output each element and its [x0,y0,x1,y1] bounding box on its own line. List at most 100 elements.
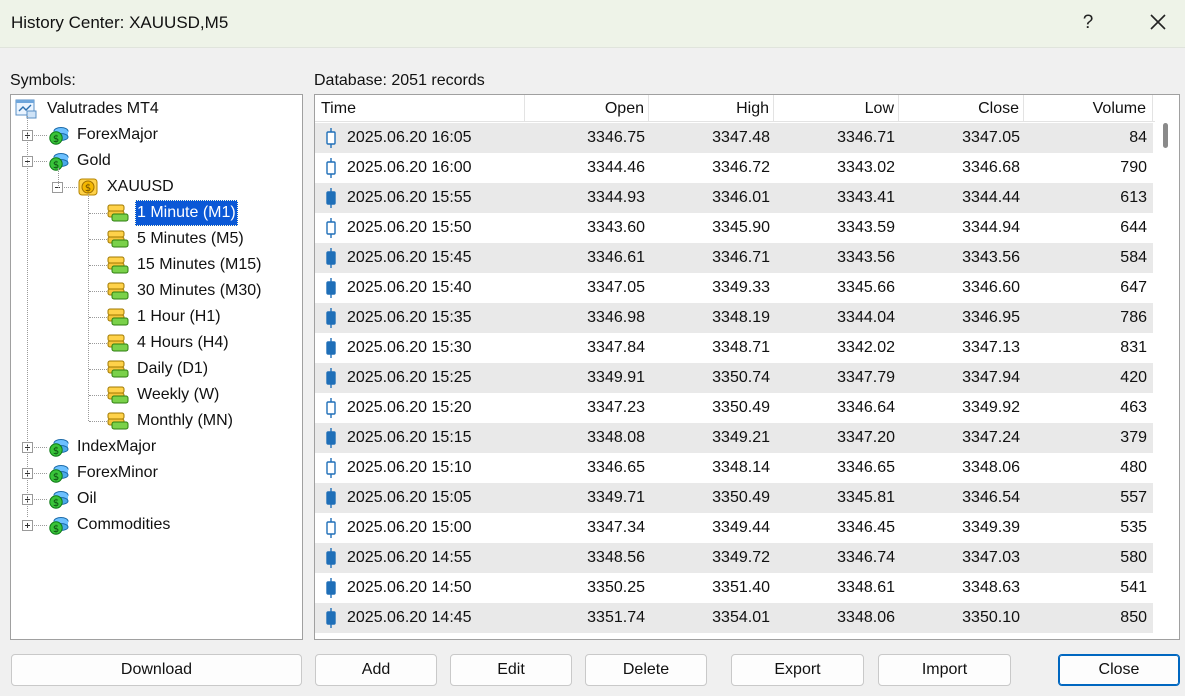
tree-timeframe-item[interactable]: Weekly (W) [137,382,219,408]
tree-group-forexminor[interactable]: ForexMinor [77,460,158,486]
table-row[interactable]: 2025.06.20 15:10 3346.65 3348.14 3346.65 334… [315,453,1153,483]
table-row[interactable]: 2025.06.20 14:55 3348.56 3349.72 3346.74 334… [315,543,1153,573]
cell-open: 3350.25 [587,579,645,596]
tree-connector-line [58,168,59,188]
delete-button[interactable]: Delete [585,654,707,686]
column-header-open[interactable]: Open [525,95,649,122]
timeframe-data-icon [107,386,129,404]
tree-timeframe-item[interactable]: 1 Hour (H1) [137,304,221,330]
tree-group-forexmajor[interactable]: ForexMajor [77,122,158,148]
table-row[interactable]: 2025.06.20 15:25 3349.91 3350.74 3347.79 334… [315,363,1153,393]
cell-close: 3349.92 [962,399,1020,416]
tree-timeframe-item[interactable]: 4 Hours (H4) [137,330,229,356]
add-button[interactable]: Add [315,654,437,686]
svg-text:$: $ [53,446,59,457]
scrollbar-thumb[interactable] [1163,123,1168,148]
tree-timeframe-item[interactable]: 5 Minutes (M5) [137,226,244,252]
cell-open: 3351.74 [587,609,645,626]
tree-connector-line [89,213,107,214]
tree-connector-line [89,369,107,370]
cell-low: 3343.41 [837,189,895,206]
cell-time: 2025.06.20 16:00 [347,159,472,176]
table-row[interactable]: 2025.06.20 15:05 3349.71 3350.49 3345.81 334… [315,483,1153,513]
close-window-button[interactable] [1138,6,1178,40]
tree-timeframe-item[interactable]: Daily (D1) [137,356,208,382]
table-row[interactable]: 2025.06.20 15:00 3347.34 3349.44 3346.45 334… [315,513,1153,543]
cell-high: 3349.44 [712,519,770,536]
column-header-time[interactable]: Time [315,95,525,122]
close-button[interactable]: Close [1058,654,1180,686]
cell-open: 3349.91 [587,369,645,386]
table-row[interactable]: 2025.06.20 15:35 3346.98 3348.19 3344.04 334… [315,303,1153,333]
table-row[interactable]: 2025.06.20 15:40 3347.05 3349.33 3345.66 334… [315,273,1153,303]
tree-connector-line [34,499,47,500]
chart-window-icon [15,99,37,119]
tree-group-indexmajor[interactable]: IndexMajor [77,434,156,460]
tree-timeframe-item[interactable]: 1 Minute (M1) [135,200,238,226]
vertical-scrollbar[interactable] [1155,95,1179,639]
tree-root-label[interactable]: Valutrades MT4 [47,96,159,122]
bearish-candle-icon [326,428,336,448]
svg-text:$: $ [53,498,59,509]
tree-connector-line [89,343,107,344]
cell-high: 3350.74 [712,369,770,386]
tree-timeframe-item[interactable]: 15 Minutes (M15) [137,252,262,278]
currency-group-icon: $ [49,127,69,145]
table-row[interactable]: 2025.06.20 15:55 3344.93 3346.01 3343.41 334… [315,183,1153,213]
cell-time: 2025.06.20 15:00 [347,519,472,536]
tree-connector-line [34,135,47,136]
cell-time: 2025.06.20 15:25 [347,369,472,386]
bearish-candle-icon [326,368,336,388]
tree-timeframe-item[interactable]: 30 Minutes (M30) [137,278,262,304]
bearish-candle-icon [326,548,336,568]
cell-close: 3349.39 [962,519,1020,536]
bearish-candle-icon [326,308,336,328]
currency-group-icon: $ [49,465,69,483]
cell-low: 3348.61 [837,579,895,596]
table-row[interactable]: 2025.06.20 14:45 3351.74 3354.01 3348.06 335… [315,603,1153,633]
cell-high: 3346.72 [712,159,770,176]
tree-timeframe-item[interactable]: Monthly (MN) [137,408,233,434]
column-header-high[interactable]: High [649,95,774,122]
history-table[interactable]: Time Open High Low Close Volume 2025.06.… [314,94,1180,640]
cell-low: 3346.71 [837,129,895,146]
cell-time: 2025.06.20 16:05 [347,129,472,146]
import-button[interactable]: Import [878,654,1011,686]
table-row[interactable]: 2025.06.20 15:20 3347.23 3350.49 3346.64 334… [315,393,1153,423]
cell-low: 3346.45 [837,519,895,536]
table-row[interactable]: 2025.06.20 14:50 3350.25 3351.40 3348.61 334… [315,573,1153,603]
cell-low: 3342.02 [837,339,895,356]
bearish-candle-icon [326,578,336,598]
cell-high: 3348.19 [712,309,770,326]
table-row[interactable]: 2025.06.20 15:30 3347.84 3348.71 3342.02 334… [315,333,1153,363]
table-row[interactable]: 2025.06.20 15:50 3343.60 3345.90 3343.59 334… [315,213,1153,243]
table-row[interactable]: 2025.06.20 15:45 3346.61 3346.71 3343.56 334… [315,243,1153,273]
column-header-close[interactable]: Close [899,95,1024,122]
expand-toggle[interactable] [22,520,33,531]
edit-button[interactable]: Edit [450,654,572,686]
column-header-volume[interactable]: Volume [1024,95,1153,122]
download-button[interactable]: Download [11,654,302,686]
tree-connector-line [89,395,107,396]
cell-high: 3349.33 [712,279,770,296]
cell-close: 3350.10 [962,609,1020,626]
tree-group-gold[interactable]: Gold [77,148,111,174]
tree-connector-line [34,447,47,448]
tree-connector-line [88,194,89,421]
symbols-tree[interactable]: Valutrades MT4 $ ForexMajor $ Gold $ XAU… [10,94,303,640]
cell-open: 3343.60 [587,219,645,236]
export-button[interactable]: Export [731,654,864,686]
table-row[interactable]: 2025.06.20 16:05 3346.75 3347.48 3346.71 334… [315,123,1153,153]
cell-high: 3346.01 [712,189,770,206]
table-row[interactable]: 2025.06.20 15:15 3348.08 3349.21 3347.20 334… [315,423,1153,453]
tree-group-commodities[interactable]: Commodities [77,512,170,538]
cell-close: 3348.63 [962,579,1020,596]
tree-group-oil[interactable]: Oil [77,486,97,512]
help-button[interactable]: ? [1076,8,1100,38]
cell-low: 3348.06 [837,609,895,626]
table-row[interactable]: 2025.06.20 16:00 3344.46 3346.72 3343.02 334… [315,153,1153,183]
tree-symbol-xauusd[interactable]: XAUUSD [107,174,174,200]
column-header-low[interactable]: Low [774,95,899,122]
import-button-label: Import [921,661,968,678]
cell-open: 3347.23 [587,399,645,416]
